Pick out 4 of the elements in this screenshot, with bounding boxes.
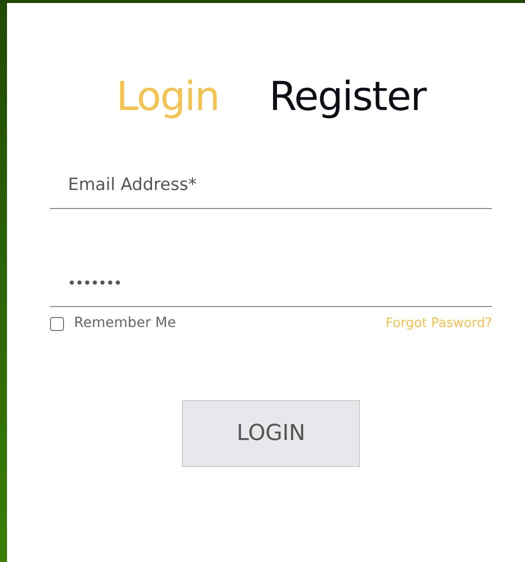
remember-me-checkbox[interactable] — [50, 316, 64, 330]
tab[interactable]: Register — [269, 73, 426, 121]
remember-me-label: Remember Me — [74, 314, 176, 333]
login-button[interactable]: LOGIN — [182, 400, 360, 467]
